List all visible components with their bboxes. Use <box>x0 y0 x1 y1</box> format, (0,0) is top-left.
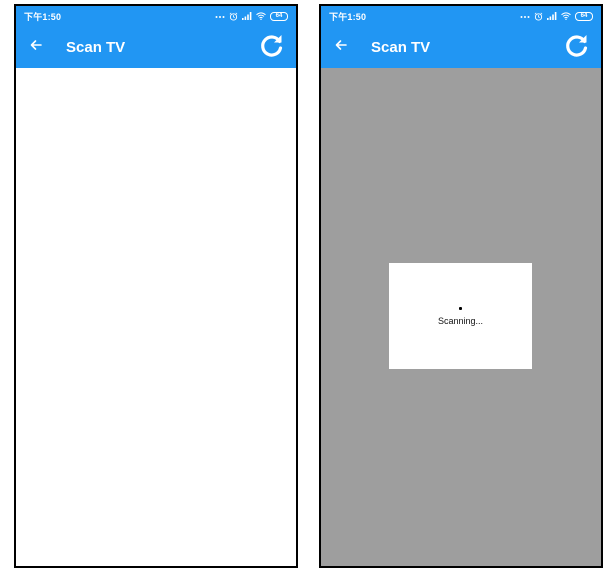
scanning-dialog: Scanning... <box>389 263 532 369</box>
battery-icon: 64 <box>270 11 288 21</box>
status-bar: 下午1:50 64 <box>321 6 601 26</box>
more-dots-icon <box>215 13 225 19</box>
screenshot-stage: 下午1:50 64 Scan TV 下午1:50 64 Scan TV Scan… <box>0 0 610 577</box>
signal-icon <box>242 12 252 20</box>
more-dots-icon <box>520 13 530 19</box>
arrow-left-icon <box>29 38 43 57</box>
back-button[interactable] <box>321 26 361 68</box>
page-title: Scan TV <box>371 38 431 56</box>
tv-list-area <box>16 68 296 566</box>
refresh-icon <box>259 32 285 63</box>
refresh-button[interactable] <box>557 26 597 68</box>
battery-icon: 64 <box>575 11 593 21</box>
status-bar: 下午1:50 64 <box>16 6 296 26</box>
phone-screen-scanning: 下午1:50 64 Scan TV Scanning... <box>319 4 603 568</box>
phone-screen-empty: 下午1:50 64 Scan TV <box>14 4 298 568</box>
loading-spinner-icon <box>459 306 462 310</box>
status-time: 下午1:50 <box>329 11 367 22</box>
scanning-message: Scanning... <box>437 315 484 326</box>
back-button[interactable] <box>16 26 56 68</box>
app-bar: Scan TV <box>16 26 296 68</box>
refresh-button[interactable] <box>252 26 292 68</box>
wifi-icon <box>561 12 571 20</box>
signal-icon <box>547 12 557 20</box>
page-title: Scan TV <box>66 38 126 56</box>
arrow-left-icon <box>334 38 348 57</box>
refresh-icon <box>564 32 590 63</box>
status-icons: 64 <box>520 11 593 21</box>
modal-overlay: Scanning... <box>321 68 601 566</box>
app-bar: Scan TV <box>321 26 601 68</box>
status-icons: 64 <box>215 11 288 21</box>
status-time: 下午1:50 <box>24 11 62 22</box>
alarm-icon <box>534 12 543 21</box>
wifi-icon <box>256 12 266 20</box>
alarm-icon <box>229 12 238 21</box>
